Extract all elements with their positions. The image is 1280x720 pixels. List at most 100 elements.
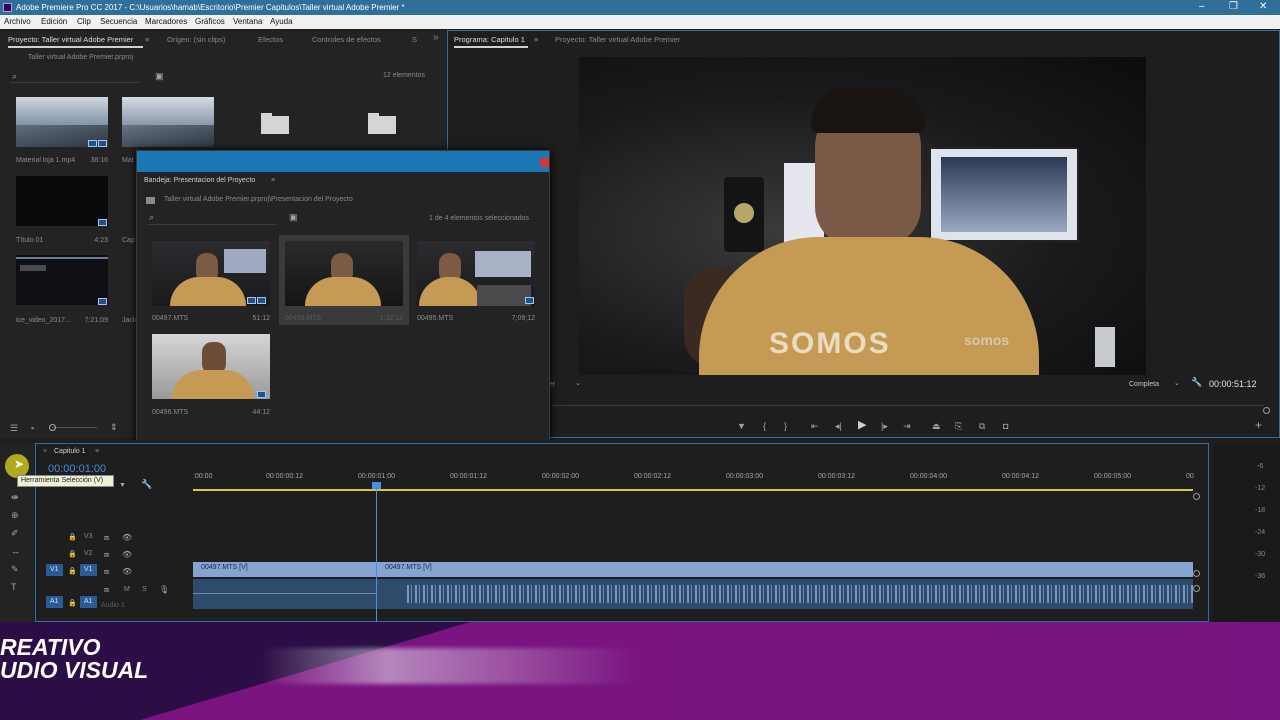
- bin-clip-thumbnail[interactable]: [417, 241, 535, 306]
- track-target-a1[interactable]: A1: [80, 596, 97, 608]
- vertical-zoom-handle[interactable]: [1193, 585, 1200, 592]
- list-view-icon[interactable]: ☰: [10, 424, 18, 433]
- step-forward-icon[interactable]: |▸: [881, 422, 888, 431]
- wrench-icon[interactable]: 🔧: [1191, 378, 1202, 387]
- icon-view-icon[interactable]: ▪: [31, 424, 34, 433]
- bin-clip-thumbnail[interactable]: [152, 334, 270, 399]
- step-back-icon[interactable]: ◂|: [835, 422, 842, 431]
- quality-dropdown[interactable]: Completa: [1129, 381, 1159, 388]
- timeline-audio-clip[interactable]: [193, 579, 376, 609]
- thumbnail-mat[interactable]: [122, 97, 214, 147]
- timeline-audio-clip[interactable]: [377, 579, 1193, 609]
- add-marker-icon[interactable]: ▼: [737, 422, 746, 431]
- time-ruler[interactable]: :00:00 00:00:00:12 00:00:01:00 00:00:01:…: [193, 472, 1196, 487]
- lift-icon[interactable]: ⏏: [932, 422, 941, 431]
- eye-icon[interactable]: 👁: [122, 567, 132, 576]
- new-bin-from-search-icon[interactable]: ▣: [155, 72, 164, 81]
- eye-icon[interactable]: 👁: [122, 550, 132, 559]
- source-patch-a1[interactable]: A1: [46, 596, 63, 608]
- panel-overflow-icon[interactable]: »: [433, 32, 439, 43]
- chevron-down-icon[interactable]: ⌄: [1174, 379, 1180, 388]
- play-icon[interactable]: ▶: [858, 420, 866, 431]
- work-area-bar[interactable]: [193, 489, 1193, 491]
- selection-tool-icon[interactable]: ➤: [14, 458, 24, 470]
- menu-edicion[interactable]: Edición: [41, 17, 67, 26]
- compare-icon[interactable]: ⧉: [979, 422, 985, 431]
- bin-window-titlebar[interactable]: [137, 151, 549, 172]
- menu-graficos[interactable]: Gráficos: [195, 17, 225, 26]
- zoom-handle-icon[interactable]: [1193, 493, 1200, 500]
- lock-icon[interactable]: 🔒: [68, 533, 77, 542]
- folder-icon[interactable]: [261, 113, 289, 134]
- menu-ayuda[interactable]: Ayuda: [270, 17, 293, 26]
- timeline-timecode[interactable]: 00:00:01:00: [48, 463, 106, 475]
- menu-archivo[interactable]: Archivo: [4, 17, 31, 26]
- extract-icon[interactable]: ⎘: [955, 422, 962, 431]
- timeline-menu-icon[interactable]: ≡: [95, 448, 99, 455]
- solo-button[interactable]: S: [142, 586, 147, 593]
- tab-s[interactable]: S: [412, 35, 417, 44]
- bin-menu-icon[interactable]: ≡: [271, 177, 275, 184]
- ripple-edit-icon[interactable]: ⊕: [11, 511, 19, 520]
- bin-search-input[interactable]: [147, 224, 277, 225]
- menu-clip[interactable]: Clip: [77, 17, 91, 26]
- lock-icon[interactable]: 🔒: [68, 550, 77, 559]
- go-to-out-icon[interactable]: ⇥: [903, 422, 911, 431]
- track-select-icon[interactable]: ⇼: [11, 493, 19, 502]
- chevron-down-icon[interactable]: ⌄: [575, 379, 581, 388]
- folder-icon[interactable]: [368, 113, 396, 134]
- tab-effect-controls[interactable]: Controles de efectos: [312, 35, 381, 44]
- sync-lock-icon[interactable]: ⧈: [104, 533, 109, 542]
- mark-out-icon[interactable]: }: [784, 422, 787, 431]
- close-button[interactable]: ✕: [1259, 1, 1267, 12]
- vertical-zoom-handle[interactable]: [1193, 570, 1200, 577]
- menu-ventana[interactable]: Ventana: [233, 17, 262, 26]
- sync-lock-icon[interactable]: ⧈: [104, 550, 109, 559]
- zoom-slider[interactable]: [52, 427, 97, 428]
- restore-button[interactable]: ❐: [1229, 1, 1238, 12]
- thumbnail-ice-video[interactable]: [16, 255, 108, 305]
- sort-icon[interactable]: ⇕: [110, 423, 118, 432]
- scrubber-end-icon[interactable]: [1263, 407, 1270, 414]
- export-frame-icon[interactable]: ◘: [1003, 422, 1008, 431]
- tab-source[interactable]: Origen: (sin clips): [167, 35, 225, 44]
- program-timecode[interactable]: 00:00:51:12: [1209, 379, 1257, 389]
- timeline-tab-close[interactable]: ×: [43, 448, 47, 455]
- thumbnail-titulo[interactable]: [16, 176, 108, 226]
- playback-scrubber[interactable]: [552, 405, 1264, 406]
- program-video-frame[interactable]: SOMOS somos: [579, 57, 1146, 375]
- menu-secuencia[interactable]: Secuencia: [100, 17, 137, 26]
- source-patch-v1[interactable]: V1: [46, 564, 63, 576]
- mark-in-icon[interactable]: {: [763, 422, 766, 431]
- track-label-v3[interactable]: V3: [84, 533, 93, 540]
- sync-lock-icon[interactable]: ⧈: [104, 585, 109, 594]
- microphone-icon[interactable]: 🎙: [159, 585, 169, 594]
- tab-program[interactable]: Programa: Capitulo 1: [454, 35, 525, 44]
- add-button-icon[interactable]: +: [1255, 419, 1262, 431]
- tab-project-2[interactable]: Proyecto: Taller virtual Adobe Premier: [555, 35, 680, 44]
- bin-new-bin-icon[interactable]: ▣: [289, 213, 298, 222]
- bin-close-button[interactable]: [540, 158, 549, 167]
- tab-project[interactable]: Proyecto: Taller virtual Adobe Premier: [8, 35, 133, 44]
- tab-effects[interactable]: Efectos: [258, 35, 283, 44]
- tab-sequence[interactable]: Capitulo 1: [54, 448, 86, 455]
- pen-icon[interactable]: ✎: [11, 565, 19, 574]
- menu-marcadores[interactable]: Marcadores: [145, 17, 187, 26]
- timeline-video-clip[interactable]: 00497.MTS [V]: [377, 562, 1193, 577]
- zoom-slider-handle[interactable]: [49, 424, 56, 431]
- mute-button[interactable]: M: [124, 586, 130, 593]
- project-menu-icon[interactable]: ≡: [145, 35, 149, 44]
- go-to-in-icon[interactable]: ⇤: [811, 422, 819, 431]
- track-target-v1[interactable]: V1: [80, 564, 97, 576]
- lock-icon[interactable]: 🔒: [68, 599, 77, 608]
- bin-clip-thumbnail[interactable]: [285, 241, 403, 306]
- program-menu-icon[interactable]: ≡: [534, 35, 538, 44]
- text-tool-icon[interactable]: T: [11, 583, 17, 592]
- slip-icon[interactable]: ↔: [11, 547, 20, 556]
- razor-icon[interactable]: ✐: [11, 529, 19, 538]
- track-label-v2[interactable]: V2: [84, 550, 93, 557]
- eye-icon[interactable]: 👁: [122, 533, 132, 542]
- timeline-settings-icon[interactable]: 🔧: [141, 480, 152, 489]
- lock-icon[interactable]: 🔒: [68, 567, 77, 576]
- timeline-video-clip[interactable]: 00497.MTS [V]: [193, 562, 376, 577]
